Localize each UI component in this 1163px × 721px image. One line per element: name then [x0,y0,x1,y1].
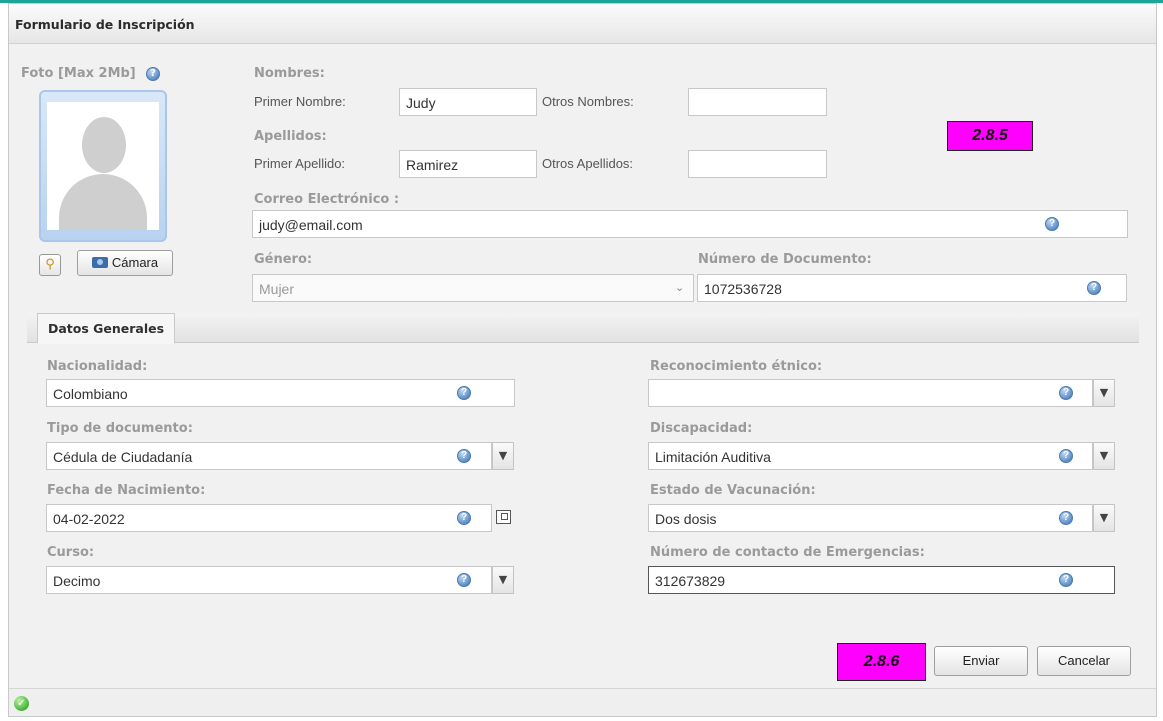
first-surname-value: Ramirez [406,157,459,173]
disability-value: Limitación Auditiva [655,449,771,465]
chevron-down-icon: ▼ [1099,511,1109,524]
help-icon[interactable]: ? [457,573,471,587]
chevron-down-icon: ▼ [498,573,508,586]
disability-select[interactable]: Limitación Auditiva ? [648,442,1093,470]
first-surname-label: Primer Apellido: [254,156,346,171]
submit-button[interactable]: Enviar [934,646,1028,676]
camera-button-label: Cámara [111,255,159,270]
title-bar: Formulario de Inscripción [9,4,1156,44]
first-surname-input[interactable]: Ramirez [399,150,537,178]
course-value: Decimo [53,573,101,589]
tab-bar: Datos Generales [27,313,1139,344]
wrench-icon[interactable]: ⚲ [39,254,61,276]
surnames-section-label: Apellidos: [254,129,327,144]
course-dropdown-button[interactable]: ▼ [492,566,514,594]
document-type-value: Cédula de Ciudadanía [53,449,193,465]
chevron-down-icon: ⌄ [675,282,685,294]
tab-datos-generales[interactable]: Datos Generales [37,313,175,344]
birth-date-label: Fecha de Nacimiento: [47,483,206,498]
email-value: judy@email.com [259,217,363,233]
window-title: Formulario de Inscripción [15,17,195,32]
ethnic-select[interactable]: ? [648,379,1093,407]
vaccination-label: Estado de Vacunación: [650,483,816,498]
first-name-input[interactable]: Judy [399,88,537,116]
help-icon[interactable]: ? [1045,217,1059,231]
disability-dropdown-button[interactable]: ▼ [1093,442,1115,470]
gender-value: Mujer [259,281,295,297]
help-icon[interactable]: ? [457,511,471,525]
help-icon[interactable]: ? [146,67,160,81]
help-icon[interactable]: ? [1087,281,1101,295]
camera-icon [91,257,108,268]
emergency-contact-label: Número de contacto de Emergencias: [650,545,925,560]
help-icon[interactable]: ? [1059,449,1073,463]
emergency-contact-value: 312673829 [655,573,726,589]
help-icon[interactable]: ? [457,449,471,463]
birth-date-input[interactable]: 04-02-2022 ? [46,504,492,532]
annotation-marker-bottom: 2.8.6 [837,643,926,681]
other-names-input[interactable] [688,88,827,116]
ethnic-dropdown-button[interactable]: ▼ [1093,379,1115,407]
chevron-down-icon: ▼ [498,449,508,462]
disability-label: Discapacidad: [650,421,753,436]
names-section-label: Nombres: [254,66,325,81]
nationality-label: Nacionalidad: [47,359,148,374]
check-circle-icon: ✓ [14,696,29,711]
chevron-down-icon: ▼ [1099,449,1109,462]
emergency-contact-input[interactable]: 312673829 ? [648,566,1115,594]
first-name-value: Judy [406,95,436,111]
vaccination-dropdown-button[interactable]: ▼ [1093,504,1115,532]
document-number-label: Número de Documento: [698,252,872,267]
document-number-input[interactable]: 1072536728 ? [697,274,1127,302]
calendar-button[interactable] [493,504,515,532]
help-icon[interactable]: ? [1059,573,1073,587]
first-name-label: Primer Nombre: [254,94,346,109]
photo-label: Foto [Max 2Mb] [21,66,136,81]
avatar-head [82,117,126,173]
gender-select[interactable]: Mujer ⌄ [252,274,694,302]
cancel-button[interactable]: Cancelar [1037,646,1131,676]
avatar-placeholder [47,102,159,230]
birth-date-value: 04-02-2022 [53,511,125,527]
photo-frame[interactable] [39,90,167,242]
vaccination-value: Dos dosis [655,511,717,527]
document-type-dropdown-button[interactable]: ▼ [492,442,514,470]
avatar-body [59,174,147,230]
help-icon[interactable]: ? [457,386,471,400]
camera-button[interactable]: Cámara [77,250,173,276]
email-input[interactable]: judy@email.com ? [252,210,1128,238]
form-window: Formulario de Inscripción Foto [Max 2Mb]… [8,3,1157,717]
status-bar: ✓ [9,688,1156,716]
other-names-label: Otros Nombres: [542,94,634,109]
email-label: Correo Electrónico : [254,192,400,207]
vaccination-select[interactable]: Dos dosis ? [648,504,1093,532]
calendar-icon [496,510,511,524]
help-icon[interactable]: ? [1059,386,1073,400]
chevron-down-icon: ▼ [1099,386,1109,399]
help-icon[interactable]: ? [1059,511,1073,525]
course-select[interactable]: Decimo ? [46,566,492,594]
ethnic-label: Reconocimiento étnico: [650,359,823,374]
document-type-label: Tipo de documento: [47,421,193,436]
other-surnames-input[interactable] [688,150,827,178]
nationality-value: Colombiano [53,386,128,402]
annotation-marker-top: 2.8.5 [947,121,1033,151]
gender-label: Género: [254,252,313,267]
document-type-select[interactable]: Cédula de Ciudadanía ? [46,442,492,470]
course-label: Curso: [47,545,95,560]
document-number-value: 1072536728 [704,281,782,297]
nationality-input[interactable]: Colombiano ? [46,379,515,407]
other-surnames-label: Otros Apellidos: [542,156,634,171]
